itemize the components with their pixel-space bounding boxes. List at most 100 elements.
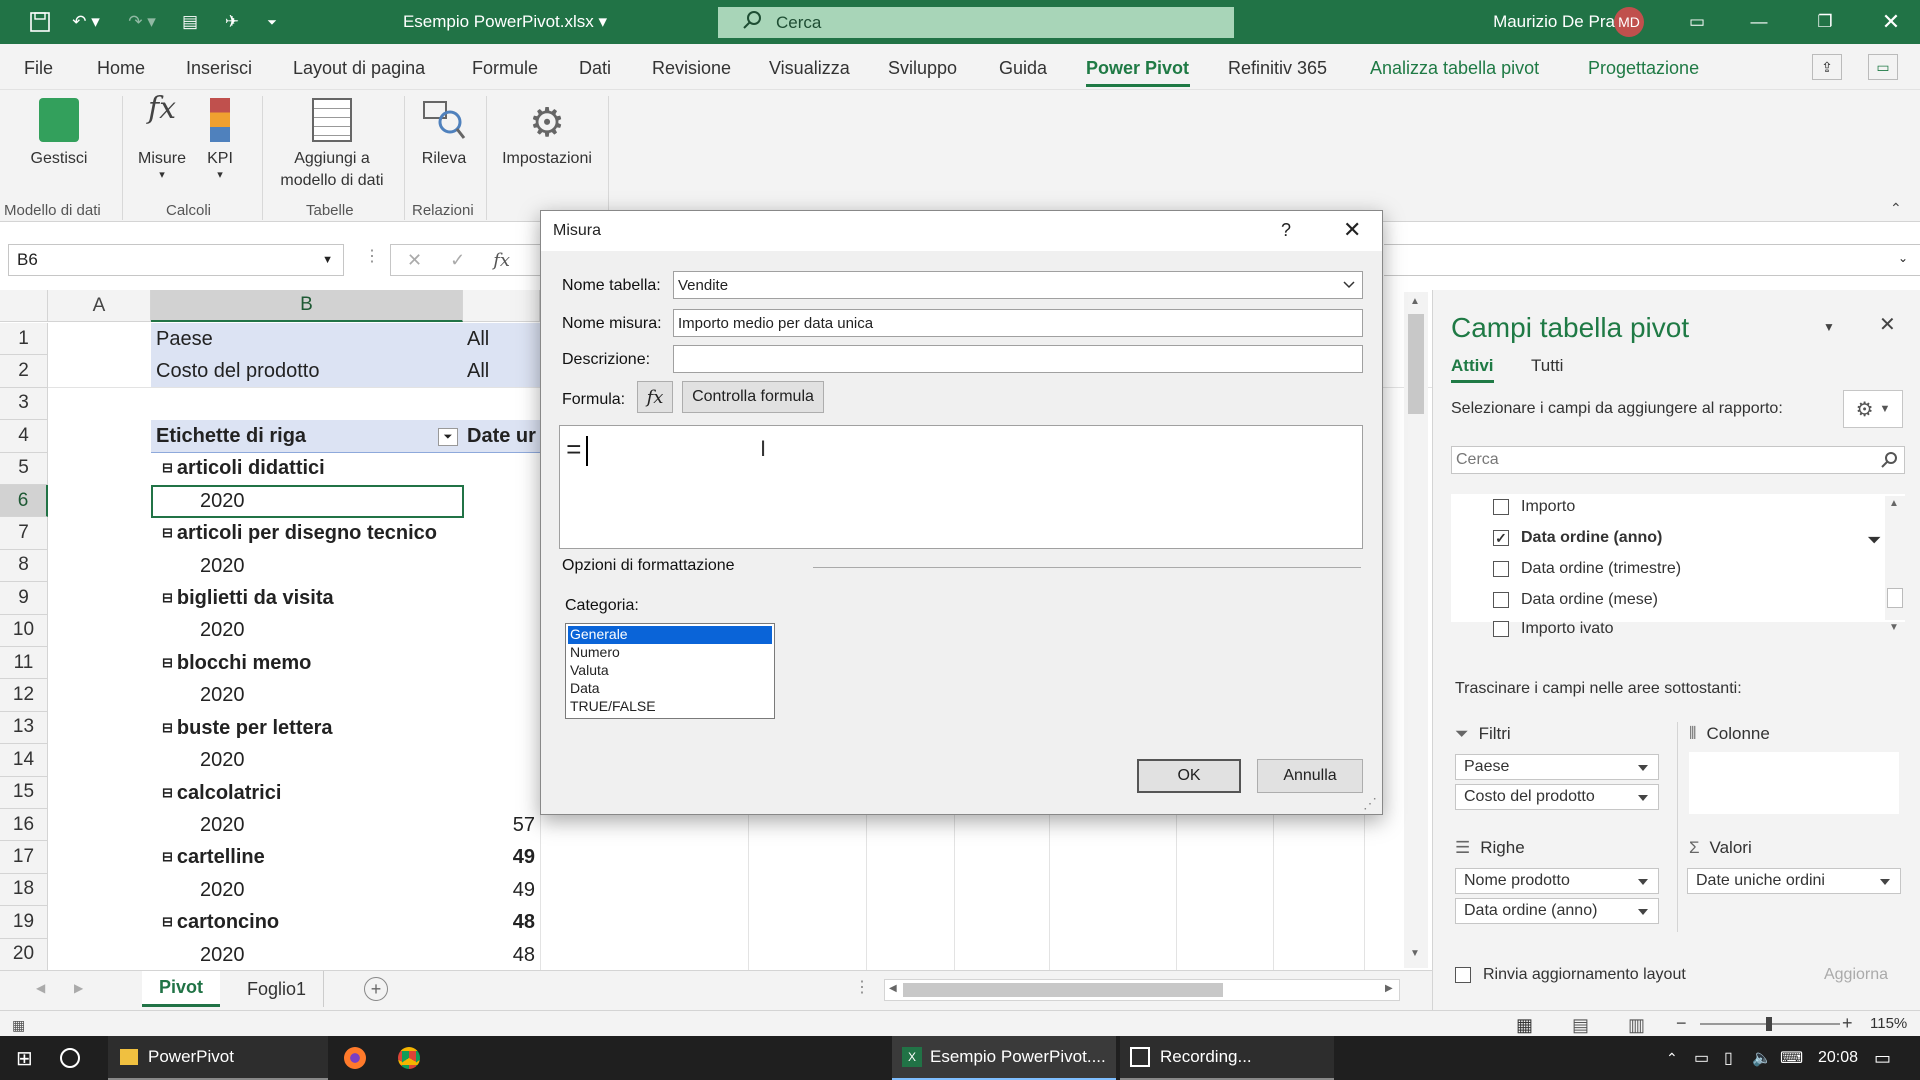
row-header[interactable]: 13	[0, 711, 48, 745]
misure-button[interactable]: fx Misure ▾	[132, 94, 192, 181]
confirm-icon[interactable]: ✓	[450, 250, 465, 271]
taskbar-excel[interactable]: X Esempio PowerPivot....	[892, 1036, 1116, 1080]
pivot-group-row[interactable]: ⊟ cartelline	[162, 841, 265, 873]
cell-b10[interactable]: 2020	[200, 614, 245, 646]
gestisci-button[interactable]: Gestisci	[22, 98, 96, 170]
row-header[interactable]: 12	[0, 679, 48, 712]
pivot-group-row[interactable]: ⊟ blocchi memo	[162, 647, 311, 679]
chevron-down-icon[interactable]	[1342, 278, 1356, 296]
zoom-in-icon[interactable]: +	[1842, 1013, 1853, 1034]
row-header[interactable]: 15	[0, 776, 48, 809]
help-button[interactable]: ?	[1281, 220, 1291, 241]
horizontal-scrollbar[interactable]: ◀ ▶	[884, 979, 1400, 1001]
prev-sheet-icon[interactable]: ◀	[36, 981, 45, 995]
collapse-icon[interactable]: ⊟	[162, 525, 173, 541]
controlla-formula-button[interactable]: Controlla formula	[682, 381, 824, 413]
cell-c17[interactable]: 49	[463, 841, 535, 873]
cell-b16[interactable]: 2020	[200, 809, 245, 841]
row-header[interactable]: 4	[0, 420, 48, 453]
save-icon[interactable]	[26, 0, 54, 44]
customize-qat-icon[interactable]: ⏷	[262, 0, 282, 44]
field-item[interactable]: Importo	[1493, 498, 1575, 516]
pivot-group-row[interactable]: ⊟ calcolatrici	[162, 777, 281, 809]
checkbox[interactable]	[1455, 967, 1471, 983]
field-item[interactable]: Importo ivato	[1493, 620, 1613, 638]
scroll-thumb[interactable]	[903, 983, 1223, 997]
clock[interactable]: 20:08	[1818, 1036, 1858, 1080]
chevron-down-icon[interactable]: ▼	[322, 254, 333, 266]
pivot-group-row[interactable]: ⊟ buste per lettera	[162, 712, 333, 744]
cortana-icon[interactable]	[60, 1036, 80, 1080]
zoom-out-icon[interactable]: −	[1676, 1013, 1687, 1034]
restore-icon[interactable]: ❐	[1810, 0, 1840, 44]
tab-analizza[interactable]: Analizza tabella pivot	[1370, 58, 1539, 79]
cell-b6[interactable]: 2020	[200, 485, 245, 517]
col-header-a[interactable]: A	[48, 290, 151, 322]
collapse-icon[interactable]: ⊟	[162, 785, 173, 801]
scroll-thumb[interactable]	[1408, 314, 1424, 414]
aggiorna-button[interactable]: Aggiorna	[1815, 960, 1897, 990]
cell-b20[interactable]: 2020	[200, 939, 245, 971]
row-header[interactable]: 5	[0, 452, 48, 485]
collapse-icon[interactable]: ⊟	[162, 914, 173, 930]
fx-button[interactable]: fx	[637, 381, 673, 413]
expand-formula-icon[interactable]: ⌄	[1898, 251, 1908, 265]
macro-icon[interactable]: ▦	[12, 1017, 25, 1034]
tab-visualizza[interactable]: Visualizza	[769, 58, 850, 79]
bird-icon[interactable]: ✈	[218, 0, 246, 44]
filtri-paese-dropdown[interactable]: Paese	[1455, 754, 1659, 780]
scroll-left-icon[interactable]: ◀	[889, 983, 897, 994]
filter-icon[interactable]: ⏷	[438, 428, 458, 446]
field-item[interactable]: Data ordine (trimestre)	[1493, 560, 1681, 578]
field-list-scrollbar[interactable]: ▲	[1885, 496, 1905, 620]
row-header[interactable]: 11	[0, 647, 48, 680]
nome-misura-input[interactable]: Importo medio per data unica	[673, 309, 1363, 337]
tab-file[interactable]: File	[24, 58, 53, 79]
row-header[interactable]: 7	[0, 517, 48, 550]
cell-c1[interactable]: All	[467, 323, 489, 355]
collapse-icon[interactable]: ⊟	[162, 590, 173, 606]
tab-sviluppo[interactable]: Sviluppo	[888, 58, 957, 79]
cell-c18[interactable]: 49	[463, 874, 535, 906]
collapse-icon[interactable]: ⊟	[162, 655, 173, 671]
categoria-option-selected[interactable]: Generale	[568, 626, 772, 644]
ok-button[interactable]: OK	[1137, 759, 1241, 793]
row-header[interactable]: 14	[0, 744, 48, 777]
tray-chevron-icon[interactable]: ⌃	[1666, 1036, 1678, 1080]
collapse-icon[interactable]: ⊟	[162, 460, 173, 476]
page-layout-icon[interactable]: ▤	[1572, 1015, 1589, 1036]
sheet-tab-pivot[interactable]: Pivot	[142, 971, 220, 1007]
cell-b4[interactable]: Etichette di riga	[156, 420, 306, 452]
row-header[interactable]: 10	[0, 614, 48, 647]
notifications-icon[interactable]: ▭	[1874, 1036, 1891, 1080]
scroll-up-icon[interactable]: ▲	[1410, 296, 1420, 307]
share-icon[interactable]: ⇪	[1812, 54, 1842, 80]
minimize-icon[interactable]: —	[1744, 0, 1774, 44]
defer-layout-checkbox[interactable]: Rinvia aggiornamento layout	[1455, 966, 1686, 984]
name-box[interactable]: B6 ▼	[8, 244, 344, 276]
colonne-drop-area[interactable]	[1689, 752, 1899, 814]
categoria-option[interactable]: Numero	[570, 644, 620, 660]
scroll-right-icon[interactable]: ▶	[1385, 983, 1393, 994]
scroll-thumb[interactable]	[1887, 588, 1903, 608]
formula-input[interactable]: ⌄	[1384, 244, 1920, 276]
checkbox[interactable]	[1493, 621, 1509, 637]
cell-c20[interactable]: 48	[463, 939, 535, 971]
gear-icon[interactable]: ⚙ ▼	[1843, 390, 1903, 428]
nome-tabella-select[interactable]: Vendite	[673, 271, 1363, 299]
next-sheet-icon[interactable]: ▶	[74, 981, 83, 995]
cell-c4[interactable]: Date ur	[467, 420, 540, 452]
comments-icon[interactable]: ▭	[1868, 54, 1898, 80]
checkbox-checked[interactable]: ✓	[1493, 530, 1509, 546]
kpi-button[interactable]: KPI ▾	[202, 98, 238, 181]
cell-c16[interactable]: 57	[463, 809, 535, 841]
row-header[interactable]: 16	[0, 809, 48, 842]
categoria-option[interactable]: TRUE/FALSE	[570, 698, 656, 714]
pivot-group-row[interactable]: ⊟ articoli didattici	[162, 452, 325, 484]
close-icon[interactable]: ✕	[1343, 217, 1361, 243]
cancel-icon[interactable]: ✕	[407, 250, 422, 271]
zoom-level[interactable]: 115%	[1870, 1015, 1907, 1032]
zoom-thumb[interactable]	[1766, 1017, 1772, 1031]
row-header[interactable]: 18	[0, 873, 48, 907]
categoria-listbox[interactable]: Generale Numero Valuta Data TRUE/FALSE	[565, 623, 775, 719]
